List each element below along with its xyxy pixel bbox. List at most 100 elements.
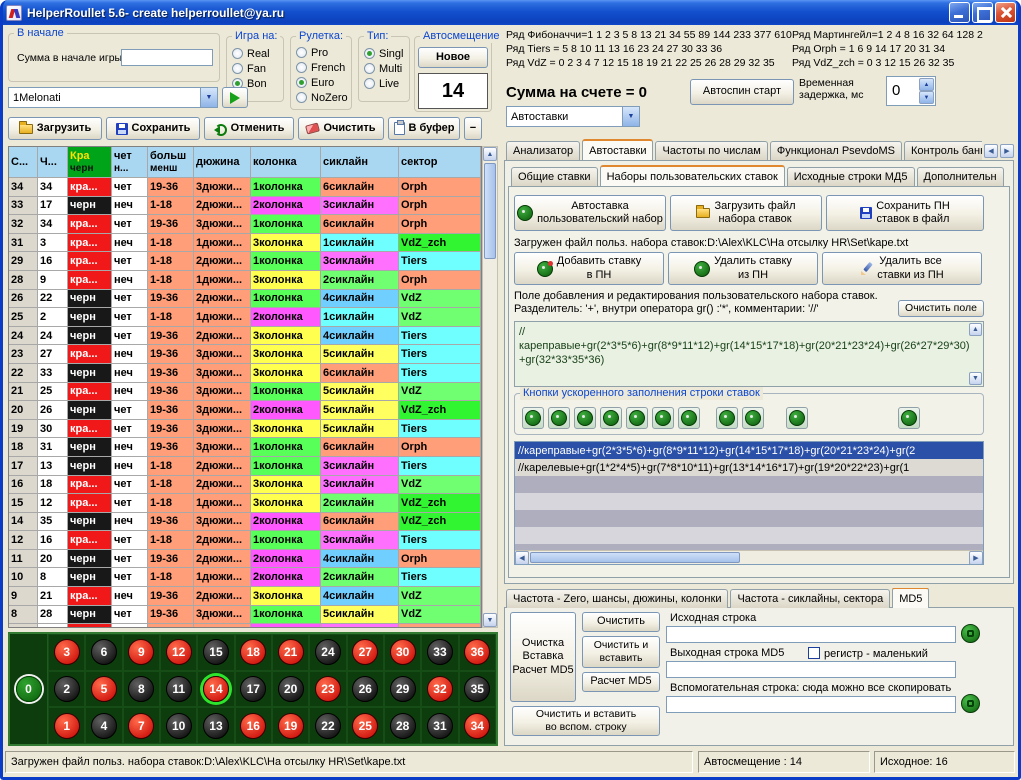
- roulette-number-20[interactable]: 20: [278, 676, 304, 702]
- roulette-number-3[interactable]: 3: [54, 639, 80, 665]
- roulette-number-30[interactable]: 30: [390, 639, 416, 665]
- table-row[interactable]: 828чернчет19-363дюжи...1колонка5сиклайнV…: [9, 606, 481, 625]
- scrollbar-thumb[interactable]: [530, 552, 740, 563]
- roulette-number-12[interactable]: 12: [166, 639, 192, 665]
- table-row[interactable]: 2424чернчет19-362дюжи...3колонка4сиклайн…: [9, 327, 481, 346]
- radio-real[interactable]: Real: [227, 46, 283, 61]
- source-string-input[interactable]: [666, 626, 956, 643]
- main-tab-5[interactable]: Контроль банкролла: [904, 141, 982, 160]
- autostavki-combobox[interactable]: Автоставки: [506, 106, 640, 127]
- roulette-number-19[interactable]: 19: [278, 713, 304, 739]
- radio-pro[interactable]: Pro: [291, 45, 351, 60]
- bet-edit-field[interactable]: //кареправые+gr(2*3*5*6)+gr(8*9*11*12)+g…: [514, 321, 984, 387]
- roulette-number-35[interactable]: 35: [464, 676, 490, 702]
- scroll-down-button[interactable]: [483, 613, 497, 627]
- quick-fill-button-7[interactable]: [678, 407, 700, 429]
- roulette-number-15[interactable]: 15: [203, 639, 229, 665]
- roulette-number-34[interactable]: 34: [464, 713, 490, 739]
- green-action-button-bottom[interactable]: [961, 694, 980, 713]
- main-tab-1[interactable]: Анализатор: [506, 141, 580, 160]
- roulette-number-23[interactable]: 23: [315, 676, 341, 702]
- quick-fill-button-2[interactable]: [548, 407, 570, 429]
- table-row[interactable]: 2026чернчет19-363дюжи...2колонка5сиклайн…: [9, 401, 481, 420]
- table-row[interactable]: 252чернчет1-181дюжи...2колонка1сиклайнVd…: [9, 308, 481, 327]
- start-sum-input[interactable]: [121, 49, 213, 66]
- roulette-number-10[interactable]: 10: [166, 713, 192, 739]
- roulette-number-16[interactable]: 16: [240, 713, 266, 739]
- main-tab-4[interactable]: Функционал PsevdoMS: [770, 141, 902, 160]
- roulette-number-14[interactable]: 14: [203, 676, 229, 702]
- copy-to-buffer-button[interactable]: В буфер: [388, 117, 460, 140]
- quick-fill-button-4[interactable]: [600, 407, 622, 429]
- table-row[interactable]: 1435черннеч19-363дюжи...2колонка6сиклайн…: [9, 513, 481, 532]
- roulette-number-22[interactable]: 22: [315, 713, 341, 739]
- quick-fill-button-11[interactable]: [898, 407, 920, 429]
- table-row[interactable]: 313кра...неч1-181дюжи...3колонка1сиклайн…: [9, 234, 481, 253]
- roulette-number-33[interactable]: 33: [427, 639, 453, 665]
- table-row[interactable]: 2327кра...неч19-363дюжи...3колонка5сикла…: [9, 345, 481, 364]
- load-bet-set-file-button[interactable]: Загрузить файл набора ставок: [670, 195, 822, 231]
- preset-combobox[interactable]: 1Melonati: [8, 87, 218, 108]
- quick-fill-button-9[interactable]: [742, 407, 764, 429]
- table-row[interactable]: 921кра...неч19-362дюжи...3колонка4сиклай…: [9, 587, 481, 606]
- autostake-user-set-button[interactable]: Автоставка пользовательский набор: [514, 195, 666, 231]
- roulette-number-18[interactable]: 18: [240, 639, 266, 665]
- clear-field-button[interactable]: Очистить поле: [898, 300, 984, 317]
- horizontal-scrollbar[interactable]: [515, 550, 983, 564]
- freq-tab-2[interactable]: Частота - сиклайны, сектора: [730, 589, 890, 608]
- table-row[interactable]: 108чернчет1-181дюжи...2колонка2сиклайнTi…: [9, 568, 481, 587]
- roulette-number-29[interactable]: 29: [390, 676, 416, 702]
- table-row[interactable]: 2916кра...чет1-182дюжи...1колонка3сиклай…: [9, 252, 481, 271]
- main-tab-3[interactable]: Частоты по числам: [655, 141, 767, 160]
- scroll-left-button[interactable]: [515, 551, 529, 565]
- radio-euro[interactable]: Euro: [291, 75, 351, 90]
- roulette-number-24[interactable]: 24: [315, 639, 341, 665]
- roulette-number-36[interactable]: 36: [464, 639, 490, 665]
- clear-paste-aux-button[interactable]: Очистить и вставить во вспом. строку: [512, 706, 660, 736]
- roulette-number-21[interactable]: 21: [278, 639, 304, 665]
- roulette-number-0[interactable]: 0: [16, 676, 42, 702]
- roulette-number-31[interactable]: 31: [427, 713, 453, 739]
- load-button[interactable]: Загрузить: [8, 117, 102, 140]
- table-row[interactable]: 1930кра...чет19-363дюжи...3колонка5сикла…: [9, 420, 481, 439]
- roulette-number-6[interactable]: 6: [91, 639, 117, 665]
- table-row[interactable]: 1120чернчет19-362дюжи...2колонка4сиклайн…: [9, 550, 481, 569]
- quick-fill-button-10[interactable]: [786, 407, 808, 429]
- sub-tab-2[interactable]: Наборы пользовательских ставок: [600, 165, 785, 186]
- scrollbar-thumb[interactable]: [484, 163, 496, 259]
- play-button[interactable]: [222, 87, 248, 108]
- quick-fill-button-8[interactable]: [716, 407, 738, 429]
- undo-button[interactable]: Отменить: [204, 117, 294, 140]
- roulette-number-28[interactable]: 28: [390, 713, 416, 739]
- roulette-number-26[interactable]: 26: [352, 676, 378, 702]
- new-button[interactable]: Новое: [418, 47, 488, 68]
- close-button[interactable]: [995, 2, 1016, 23]
- table-row[interactable]: 3234кра...чет19-363дюжи...1колонка6сикла…: [9, 215, 481, 234]
- sub-tab-3[interactable]: Исходные строки МД5: [787, 167, 915, 186]
- minimize-button[interactable]: [949, 2, 970, 23]
- tabs-scroll-left-button[interactable]: [984, 144, 998, 158]
- scroll-down-button[interactable]: [969, 372, 982, 385]
- quick-fill-button-6[interactable]: [652, 407, 674, 429]
- scroll-up-button[interactable]: [969, 323, 982, 336]
- calc-md5-button[interactable]: Расчет MD5: [582, 672, 660, 692]
- roulette-number-8[interactable]: 8: [128, 676, 154, 702]
- table-row[interactable]: 2233черннеч19-363дюжи...3колонка6сиклайн…: [9, 364, 481, 383]
- roulette-number-1[interactable]: 1: [54, 713, 80, 739]
- save-button[interactable]: Сохранить: [106, 117, 200, 140]
- table-row[interactable]: 2622чернчет19-362дюжи...1колонка4сиклайн…: [9, 290, 481, 309]
- clear-paste-calc-md5-button[interactable]: Очистка Вставка Расчет MD5: [510, 612, 576, 702]
- roulette-number-25[interactable]: 25: [352, 713, 378, 739]
- bet-set-row[interactable]: //карелевые+gr(1*2*4*5)+gr(7*8*10*11)+gr…: [515, 459, 983, 476]
- table-row[interactable]: 1831черннеч19-363дюжи...1колонка6сиклайн…: [9, 438, 481, 457]
- maximize-button[interactable]: [972, 2, 993, 23]
- roulette-number-32[interactable]: 32: [427, 676, 453, 702]
- radio-singl[interactable]: Singl: [359, 46, 409, 61]
- table-row[interactable]: 1512кра...чет1-181дюжи...3колонка2сиклай…: [9, 494, 481, 513]
- roulette-number-9[interactable]: 9: [128, 639, 154, 665]
- autospin-start-button[interactable]: Автоспин старт: [690, 79, 794, 105]
- sub-tab-4[interactable]: Дополнительн: [917, 167, 1004, 186]
- roulette-number-27[interactable]: 27: [352, 639, 378, 665]
- md5-output-input[interactable]: [666, 661, 956, 678]
- table-row[interactable]: 289кра...неч1-181дюжи...3колонка2сиклайн…: [9, 271, 481, 290]
